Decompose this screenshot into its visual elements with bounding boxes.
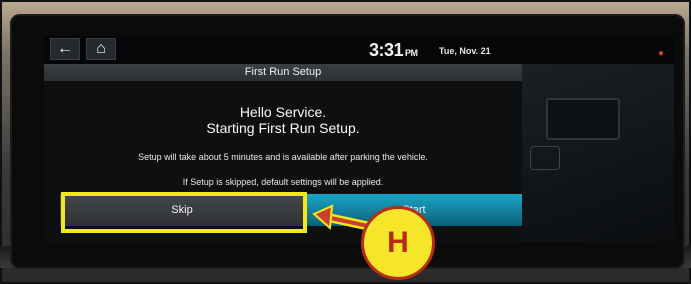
home-button[interactable]: ⌂ <box>86 38 116 60</box>
greeting-line-2: Starting First Run Setup. <box>206 120 360 136</box>
vehicle-display-image <box>546 98 620 140</box>
clock-ampm: PM <box>405 48 418 58</box>
status-icon: ● <box>657 48 664 59</box>
vehicle-preview-panel <box>522 64 674 242</box>
setup-duration-text: Setup will take about 5 minutes and is a… <box>138 152 428 162</box>
callout-badge: H <box>361 206 435 280</box>
callout-letter: H <box>387 226 409 259</box>
dialog-title: First Run Setup <box>44 64 522 81</box>
back-button[interactable]: ← <box>50 38 80 60</box>
vent-image <box>530 146 560 170</box>
skip-default-text: If Setup is skipped, default settings wi… <box>182 177 384 187</box>
greeting-line-1: Hello Service. <box>239 104 327 120</box>
back-arrow-icon: ← <box>57 40 73 57</box>
date-label: Tue, Nov. 21 <box>439 46 491 56</box>
status-bar: ← ⌂ 3:31 PM Tue, Nov. 21 ● <box>44 36 674 64</box>
skip-highlight-box <box>61 192 307 233</box>
home-icon: ⌂ <box>96 40 106 57</box>
clock-time: 3:31 <box>369 40 404 60</box>
clock: 3:31 PM <box>369 40 418 61</box>
greeting: Hello Service. Starting First Run Setup. <box>44 104 522 136</box>
